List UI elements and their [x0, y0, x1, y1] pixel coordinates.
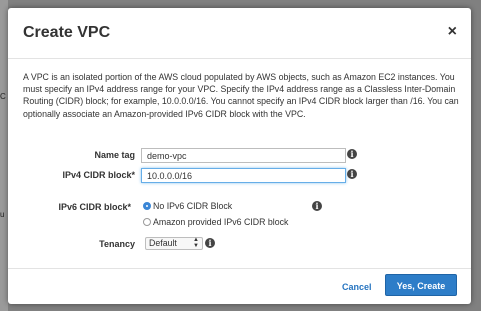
close-icon[interactable]: ×: [448, 23, 457, 41]
info-icon[interactable]: i: [347, 149, 357, 159]
info-icon[interactable]: i: [205, 238, 215, 248]
radio-label: Amazon provided IPv6 CIDR block: [153, 217, 289, 227]
radio-label: No IPv6 CIDR Block: [153, 201, 233, 211]
tenancy-selected-value: Default: [149, 238, 177, 248]
name-tag-label: Name tag: [94, 150, 135, 160]
ipv4-cidr-input[interactable]: [141, 168, 346, 183]
background-text-fragment: C: [0, 92, 6, 101]
create-vpc-dialog: Create VPC × A VPC is an isolated portio…: [8, 8, 471, 304]
select-arrows-icon: ▲ ▼: [193, 237, 199, 249]
yes-create-button[interactable]: Yes, Create: [385, 274, 457, 296]
name-tag-input[interactable]: [141, 148, 346, 163]
ipv6-option-amazon[interactable]: Amazon provided IPv6 CIDR block: [143, 217, 288, 227]
footer-divider: [8, 268, 471, 269]
background-text-fragment: u: [0, 210, 5, 219]
cancel-button[interactable]: Cancel: [342, 282, 372, 292]
info-icon[interactable]: i: [312, 201, 322, 211]
tenancy-label: Tenancy: [99, 239, 135, 249]
radio-button-selected[interactable]: [143, 202, 151, 210]
dialog-description: A VPC is an isolated portion of the AWS …: [23, 72, 459, 119]
backdrop: [0, 0, 8, 311]
ipv6-cidr-label: IPv6 CIDR block*: [58, 202, 131, 212]
tenancy-select[interactable]: Default ▲ ▼: [145, 237, 203, 250]
radio-button[interactable]: [143, 218, 151, 226]
ipv4-cidr-label: IPv4 CIDR block*: [62, 170, 135, 180]
info-icon[interactable]: i: [347, 169, 357, 179]
dialog-header: Create VPC ×: [8, 8, 471, 59]
ipv6-option-none[interactable]: No IPv6 CIDR Block: [143, 201, 232, 211]
dialog-title: Create VPC: [23, 24, 111, 41]
